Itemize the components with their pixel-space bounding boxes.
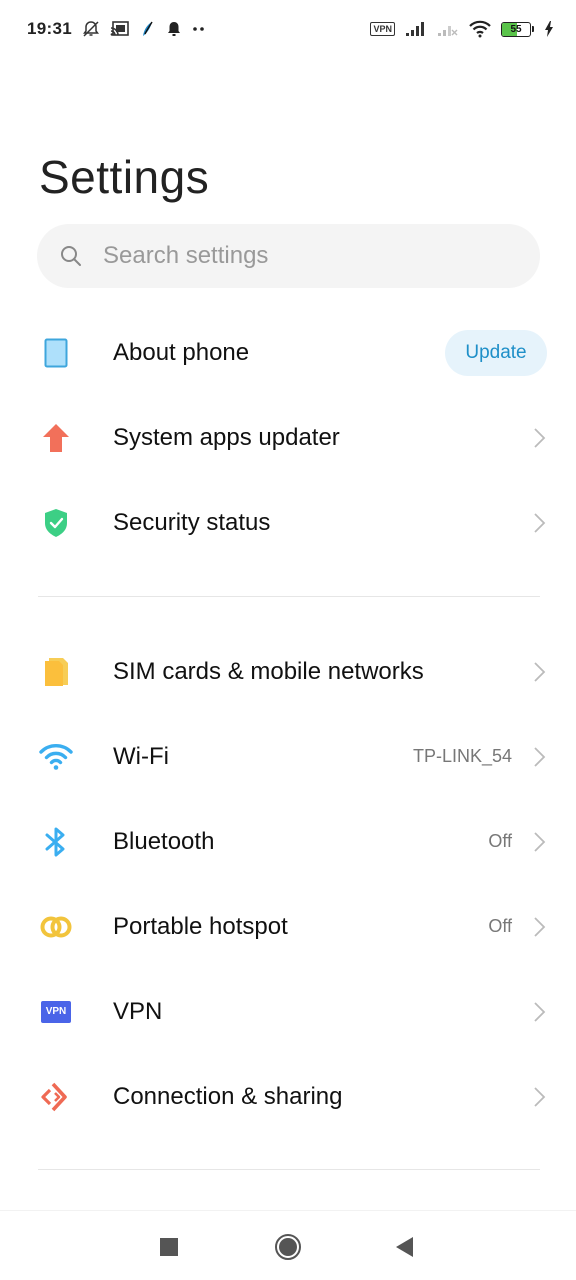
chevron-right-icon (534, 916, 546, 937)
settings-item-label: Wi-Fi (113, 742, 169, 770)
settings-item-label: Connection & sharing (113, 1082, 343, 1110)
back-button[interactable] (385, 1231, 425, 1263)
settings-item-label: VPN (113, 997, 163, 1025)
bell-off-icon (82, 19, 100, 39)
charging-bolt-icon (544, 19, 554, 39)
hotspot-icon (38, 909, 74, 945)
battery-icon: 55 (501, 21, 531, 37)
battery-cap (532, 26, 534, 32)
settings-section-connectivity: SIM cards & mobile networks Wi-Fi TP-LIN… (0, 629, 576, 1139)
phone-icon (38, 335, 74, 371)
navigation-bar (0, 1210, 576, 1280)
bluetooth-status: Off (488, 831, 512, 851)
chevron-right-icon (534, 661, 546, 682)
triangle-back-icon (396, 1237, 413, 1257)
settings-item-label: About phone (113, 338, 250, 366)
square-icon (160, 1238, 178, 1256)
signal-icon (405, 19, 427, 39)
settings-item-bluetooth[interactable]: Bluetooth Off (0, 799, 576, 884)
battery-level: 55 (510, 23, 522, 35)
page-title: Settings (39, 151, 210, 203)
vpn-icon: VPN (38, 994, 74, 1030)
app-notification-icon (140, 19, 156, 39)
signal-no-service-icon (437, 19, 459, 39)
chevron-right-icon (534, 512, 546, 533)
settings-item-system-apps-updater[interactable]: System apps updater (0, 395, 576, 480)
home-button[interactable] (268, 1231, 308, 1263)
wifi-icon (38, 739, 74, 775)
connection-sharing-icon (38, 1079, 74, 1115)
chevron-right-icon (534, 746, 546, 767)
circle-icon (275, 1234, 301, 1260)
settings-item-connection-sharing[interactable]: Connection & sharing (0, 1054, 576, 1139)
status-bar-right: VPN 55 (370, 19, 554, 39)
hotspot-status: Off (488, 916, 512, 936)
settings-item-portable-hotspot[interactable]: Portable hotspot Off (0, 884, 576, 969)
battery-indicator: 55 (501, 21, 534, 37)
section-divider (38, 596, 540, 597)
status-bar: 19:31 VPN 55 (0, 0, 576, 58)
chevron-right-icon (534, 1086, 546, 1107)
chevron-right-icon (534, 1001, 546, 1022)
wifi-status-icon (469, 19, 491, 39)
settings-item-sim-cards[interactable]: SIM cards & mobile networks (0, 629, 576, 714)
more-dots-icon (192, 19, 206, 39)
vpn-icon-text: VPN (41, 1000, 71, 1023)
wifi-network-name: TP-LINK_54 (412, 746, 512, 766)
cast-icon (110, 19, 130, 39)
settings-item-label: Portable hotspot (113, 912, 288, 940)
settings-item-label: SIM cards & mobile networks (113, 657, 424, 685)
settings-item-label: Security status (113, 508, 271, 536)
settings-item-security-status[interactable]: Security status (0, 480, 576, 565)
status-time: 19:31 (27, 19, 72, 38)
shield-check-icon (38, 505, 74, 541)
status-bar-left: 19:31 (27, 19, 206, 39)
settings-item-vpn[interactable]: VPN VPN (0, 969, 576, 1054)
update-button[interactable]: Update (445, 329, 547, 376)
chevron-right-icon (534, 831, 546, 852)
vpn-status-icon: VPN (370, 22, 395, 36)
bluetooth-icon (38, 824, 74, 860)
settings-section-device: About phone Update System apps updater S… (0, 310, 576, 565)
settings-item-label: Bluetooth (113, 827, 215, 855)
section-divider (38, 1169, 540, 1170)
recents-button[interactable] (149, 1231, 189, 1263)
settings-item-about-phone[interactable]: About phone Update (0, 310, 576, 395)
search-input[interactable] (103, 242, 503, 270)
settings-item-label: System apps updater (113, 423, 340, 451)
search-icon (61, 246, 81, 266)
arrow-up-icon (38, 420, 74, 456)
search-bar[interactable] (37, 224, 540, 288)
sim-card-icon (38, 654, 74, 690)
chevron-right-icon (534, 427, 546, 448)
settings-item-wifi[interactable]: Wi-Fi TP-LINK_54 (0, 714, 576, 799)
bell-icon (166, 19, 182, 39)
